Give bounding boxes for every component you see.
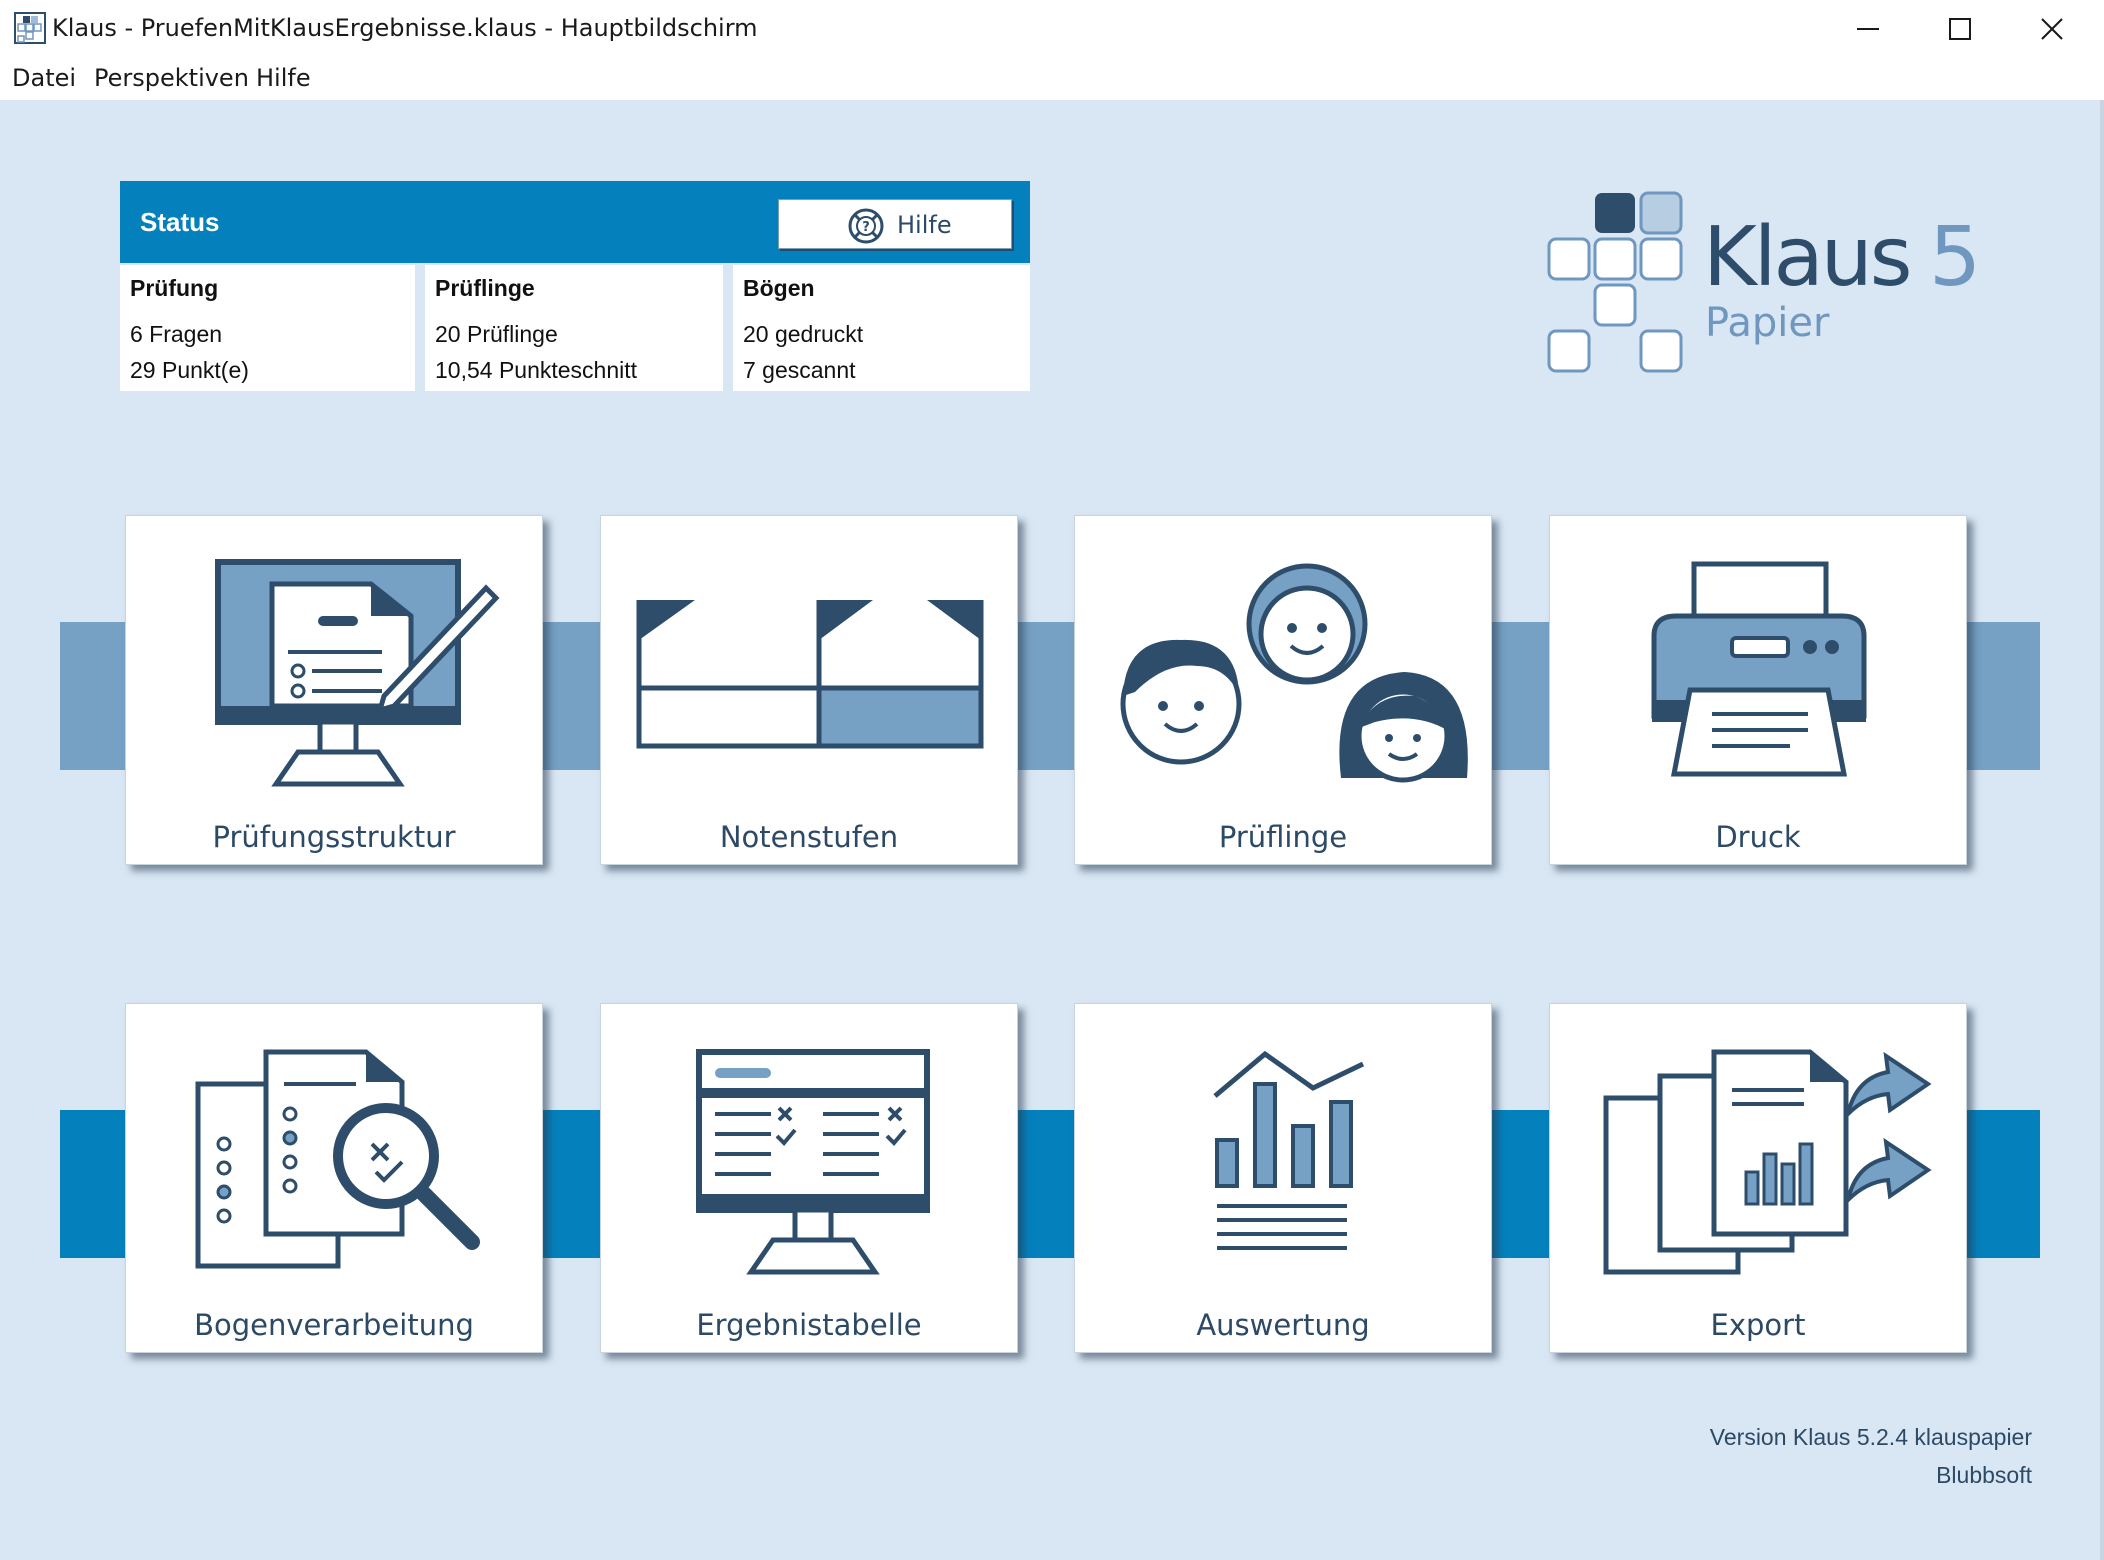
- minimize-icon: [1857, 28, 1879, 30]
- export-icon: [1603, 1049, 1932, 1275]
- app-icon: [14, 12, 46, 44]
- tile-ergebnistabelle[interactable]: Ergebnistabelle: [600, 1003, 1018, 1353]
- menu-perspektiven[interactable]: Perspektiven: [94, 64, 249, 92]
- tile-label: Export: [1710, 1308, 1806, 1342]
- logo-word: Klaus: [1703, 210, 1912, 305]
- grade-levels-icon: [636, 600, 984, 749]
- maximize-button[interactable]: [1914, 0, 2006, 58]
- status-value: 6 Fragen: [130, 321, 223, 347]
- main-area: Status ? Hilfe Prüfung 6 Fragen 29 Punkt…: [0, 100, 2104, 1560]
- menu-datei[interactable]: Datei: [12, 64, 76, 92]
- results-table-icon: [696, 1049, 930, 1275]
- tile-label: Notenstufen: [719, 820, 899, 854]
- status-title: Status: [140, 207, 220, 237]
- help-icon: ?: [848, 208, 884, 244]
- help-button[interactable]: ? Hilfe: [778, 199, 1012, 249]
- students-icon: [1120, 563, 1468, 783]
- status-value: 29 Punkt(e): [130, 357, 249, 383]
- tile-label: Ergebnistabelle: [696, 1308, 922, 1342]
- tile-bogenverarbeitung[interactable]: Bogenverarbeitung: [125, 1003, 543, 1353]
- logo-number: 5: [1929, 210, 1982, 305]
- title-bar: Klaus - PruefenMitKlausErgebnisse.klaus …: [0, 0, 2104, 58]
- version-info: Version Klaus 5.2.4 klauspapier Blubbsof…: [1710, 1418, 2032, 1494]
- tile-druck[interactable]: Druck: [1549, 515, 1967, 865]
- status-column-pruefung: Prüfung 6 Fragen 29 Punkt(e): [120, 265, 415, 391]
- tile-label: Druck: [1715, 820, 1801, 854]
- printer-icon: [1651, 561, 1867, 777]
- tile-export[interactable]: Export: [1549, 1003, 1967, 1353]
- status-value: 20 Prüflinge: [435, 321, 558, 347]
- tile-prueflinge[interactable]: Prüflinge: [1074, 515, 1492, 865]
- sheet-processing-icon: [195, 1049, 480, 1269]
- klaus-logo: Klaus 5 Papier: [1545, 190, 2005, 380]
- close-button[interactable]: [2006, 0, 2098, 58]
- window-title: Klaus - PruefenMitKlausErgebnisse.klaus …: [52, 14, 758, 42]
- tile-pruefungsstruktur[interactable]: Prüfungsstruktur: [125, 515, 543, 865]
- status-value: 10,54 Punkteschnitt: [435, 357, 638, 383]
- close-icon: [2041, 18, 2063, 40]
- status-column-heading: Prüfung: [130, 275, 219, 301]
- vendor-text: Blubbsoft: [1936, 1462, 2032, 1488]
- status-value: 20 gedruckt: [743, 321, 864, 347]
- status-column-boegen: Bögen 20 gedruckt 7 gescannt: [733, 265, 1030, 391]
- menu-bar: Datei Perspektiven Hilfe: [0, 58, 2104, 100]
- tile-notenstufen[interactable]: Notenstufen: [600, 515, 1018, 865]
- minimize-button[interactable]: [1822, 0, 1914, 58]
- status-column-prueflinge: Prüflinge 20 Prüflinge 10,54 Punkteschni…: [425, 265, 723, 391]
- tile-label: Bogenverarbeitung: [194, 1308, 474, 1342]
- logo-subtitle: Papier: [1705, 300, 1830, 346]
- tile-label: Prüfungsstruktur: [212, 820, 456, 854]
- status-value: 7 gescannt: [743, 357, 856, 383]
- logo-squares-icon: [1547, 191, 1683, 373]
- tile-auswertung[interactable]: Auswertung: [1074, 1003, 1492, 1353]
- evaluation-chart-icon: [1213, 1050, 1365, 1250]
- tile-label: Prüflinge: [1218, 820, 1348, 854]
- help-button-label: Hilfe: [897, 211, 952, 239]
- status-panel: Status ? Hilfe Prüfung 6 Fragen 29 Punkt…: [120, 181, 1030, 391]
- status-column-heading: Prüflinge: [435, 275, 535, 301]
- svg-text:?: ?: [862, 220, 870, 235]
- status-column-heading: Bögen: [743, 275, 815, 301]
- version-text: Version Klaus 5.2.4 klauspapier: [1709, 1424, 2032, 1450]
- exam-structure-icon: [215, 559, 500, 787]
- tile-label: Auswertung: [1196, 1308, 1370, 1342]
- maximize-icon: [1949, 18, 1971, 40]
- status-header: Status ? Hilfe: [120, 181, 1030, 263]
- menu-hilfe[interactable]: Hilfe: [256, 64, 311, 92]
